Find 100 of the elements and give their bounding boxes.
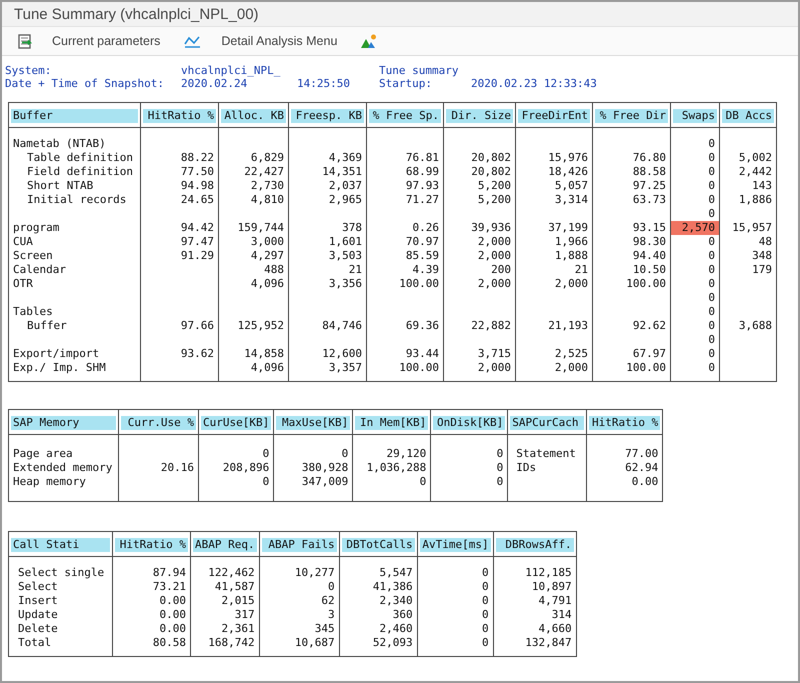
- table-cell: 2,730: [250, 179, 284, 192]
- table-cell: 20.16: [160, 461, 194, 474]
- table-cell: 84,746: [322, 319, 362, 332]
- table-cell: 208,896: [222, 461, 270, 474]
- table-cell: 0.00: [632, 475, 658, 488]
- table-cell: 2,361: [221, 622, 255, 635]
- column-header: In Mem[KB]: [355, 416, 428, 430]
- table-cell: 4,660: [538, 622, 572, 635]
- table-cell: 488: [264, 263, 284, 276]
- table-cell: 0: [496, 447, 504, 460]
- table-cell: 5,200: [478, 179, 511, 192]
- table-cell: 91.29: [180, 249, 214, 262]
- table-cell: 21: [574, 263, 588, 276]
- toolbar-button[interactable]: Current parameters: [38, 32, 174, 50]
- table-cell: 1,601: [328, 235, 362, 248]
- table-cell: 41,386: [372, 580, 413, 593]
- table-cell: 4,369: [328, 151, 362, 164]
- table-cell: 1,966: [554, 235, 588, 248]
- table-cell: 88.58: [632, 165, 666, 178]
- table-cell: 62.94: [625, 461, 658, 474]
- column-header: ABAP Req.: [193, 538, 257, 552]
- table-cell: 0: [262, 475, 270, 488]
- table-cell: 52,093: [372, 636, 413, 649]
- table-cell: 20,802: [471, 151, 511, 164]
- table-cell: 0: [708, 291, 715, 305]
- table-cell: 18,426: [548, 165, 588, 178]
- table-cell: 0: [708, 193, 715, 207]
- table-cell: 5,200: [478, 193, 511, 206]
- table-cell: 4,297: [250, 249, 284, 262]
- table-cell: 0: [708, 137, 715, 151]
- table-cell: 14,351: [322, 165, 362, 178]
- column-header: SAPCurCach: [510, 416, 584, 430]
- table-cell: 5,002: [738, 151, 772, 164]
- column-header: MaxUse[KB]: [276, 416, 350, 430]
- table-cell: 10.50: [632, 263, 666, 276]
- row-label: Page area: [13, 447, 73, 460]
- table-cell: 2,340: [379, 594, 413, 607]
- table-cell: 100.00: [626, 277, 666, 290]
- line-chart-icon[interactable]: [184, 34, 202, 48]
- column-header: % Free Sp.: [369, 109, 441, 123]
- landscape-icon[interactable]: [361, 34, 378, 48]
- table-cell: 0: [708, 207, 715, 221]
- column-header: Buffer: [11, 109, 138, 123]
- toolbar-button[interactable]: Detail Analysis Menu: [207, 32, 352, 50]
- table-cell: Statement: [516, 447, 576, 460]
- column-header: FreeDirEnt: [518, 109, 590, 123]
- row-label: Initial records: [27, 193, 126, 206]
- table-cell: 0: [708, 319, 715, 333]
- table-cell: 77.50: [180, 165, 214, 178]
- column-header: HitRatio %: [115, 538, 188, 552]
- table-cell: 87.94: [152, 566, 186, 579]
- table-cell: 93.62: [180, 347, 214, 360]
- row-label: Export/import: [13, 347, 100, 360]
- table-cell: 314: [552, 608, 572, 621]
- table-cell: 0: [708, 361, 715, 375]
- table-cell: 80.58: [152, 636, 186, 649]
- table-cell: 39,936: [471, 221, 511, 234]
- table-cell: 0: [496, 475, 504, 488]
- table-cell: 0: [708, 249, 715, 263]
- table-cell: 132,847: [525, 636, 572, 649]
- spreadsheet-icon[interactable]: [18, 34, 32, 48]
- table-cell: 2,965: [328, 193, 362, 206]
- row-label: Calendar: [13, 263, 66, 276]
- table-cell: 10,687: [294, 636, 335, 649]
- row-label: Tables: [13, 305, 53, 318]
- column-header: AvTime[ms]: [420, 538, 491, 552]
- table-cell: 15,976: [548, 151, 588, 164]
- column-header: % Free Dir: [595, 109, 668, 123]
- table-cell: 73.21: [152, 580, 186, 593]
- table-cell: 2,570: [682, 221, 715, 235]
- table-cell: 0: [262, 447, 270, 460]
- table-cell: 21,193: [548, 319, 588, 332]
- table-cell: 4,810: [250, 193, 284, 206]
- table-cell: 2,000: [478, 361, 511, 374]
- table-cell: 0: [482, 608, 489, 621]
- table-cell: 0.26: [412, 221, 439, 234]
- table-cell: 380,928: [302, 461, 348, 474]
- table-cell: 76.81: [406, 151, 439, 164]
- table-cell: 168,742: [208, 636, 255, 649]
- table-cell: 15,957: [732, 221, 772, 234]
- table-cell: 3: [328, 608, 335, 621]
- table-cell: 347,009: [302, 475, 348, 488]
- table-cell: 378: [342, 221, 362, 234]
- column-header: DB Accs: [722, 109, 774, 123]
- table-cell: 85.59: [406, 249, 439, 262]
- table-cell: 6,829: [250, 151, 284, 164]
- table-cell: 0: [328, 580, 335, 593]
- row-label: Buffer: [27, 319, 67, 332]
- table-cell: 94.40: [632, 249, 666, 262]
- table-cell: 4,096: [250, 277, 284, 290]
- table-cell: 0.00: [160, 594, 186, 607]
- table-cell: 98.30: [632, 235, 666, 248]
- table-cell: 3,715: [478, 347, 511, 360]
- table-cell: 2,525: [554, 347, 588, 360]
- column-header: Call Stati: [11, 538, 110, 552]
- table-cell: 100.00: [399, 277, 439, 290]
- table-cell: 20,802: [471, 165, 511, 178]
- table-cell: 143: [752, 179, 772, 192]
- table-cell: 0: [420, 475, 426, 488]
- field-value: 2020.02.24: [181, 77, 248, 90]
